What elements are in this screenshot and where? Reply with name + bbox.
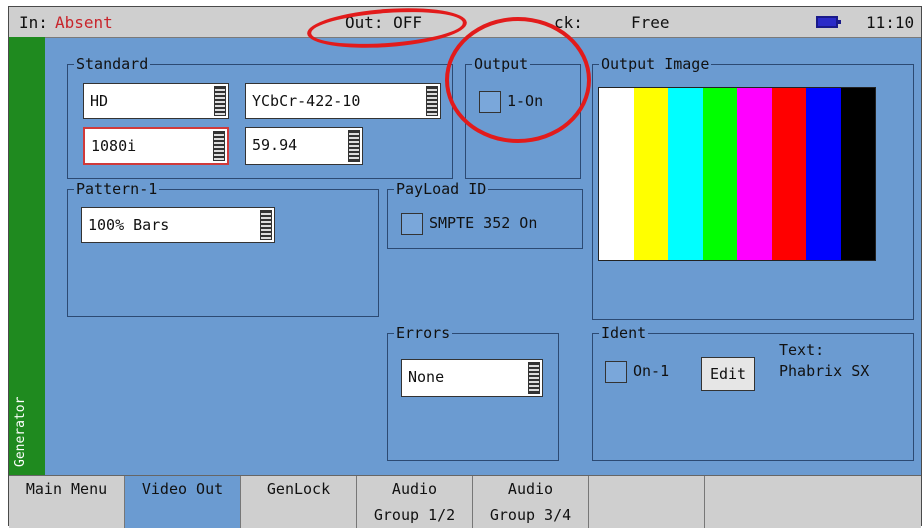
ident-edit-button[interactable]: Edit (701, 357, 755, 391)
tab-empty-1 (589, 476, 705, 528)
dropdown-scroll-icon (213, 131, 225, 161)
color-bar (702, 88, 737, 260)
dropdown-scroll-icon (426, 86, 438, 116)
generator-side-tab[interactable]: Generator (9, 37, 45, 475)
rate-value: 59.94 (252, 136, 298, 154)
dropdown-scroll-icon (348, 130, 360, 162)
analyzer-screen: In: Absent Out: OFF ck: Free 11:10 Gener… (8, 3, 922, 528)
tab-label: Video Out (141, 480, 224, 498)
color-bar (840, 88, 875, 260)
color-bar (771, 88, 806, 260)
output-image-title: Output Image (599, 55, 712, 73)
clock: 11:10 (866, 13, 915, 32)
rate-dropdown[interactable]: 59.94 (245, 127, 363, 165)
tab-label: Audio (391, 480, 438, 498)
pattern-value: 100% Bars (88, 216, 170, 234)
format-value: HD (90, 92, 109, 110)
errors-value: None (408, 368, 445, 386)
tab-label: Audio (507, 480, 554, 498)
pattern-dropdown[interactable]: 100% Bars (81, 207, 275, 243)
tab-main-menu[interactable]: Main Menu (9, 476, 125, 528)
tab-label-line2: Group 1/2 (373, 506, 456, 524)
tab-label: GenLock (266, 480, 331, 498)
colorspace-dropdown[interactable]: YCbCr-422-10 (245, 83, 441, 119)
ident-text-value: Phabrix SX (779, 362, 870, 380)
dropdown-scroll-icon (214, 86, 226, 116)
tab-genlock[interactable]: GenLock (241, 476, 357, 528)
input-status-label: In: (19, 13, 48, 32)
ident-group: Ident (592, 324, 914, 461)
payload-checkbox[interactable] (401, 213, 423, 235)
standard-title: Standard (74, 55, 151, 73)
side-tab-label: Generator (13, 396, 28, 467)
resolution-dropdown[interactable]: 1080i (83, 127, 229, 165)
payload-id-title: PayLoad ID (394, 180, 489, 198)
tab-label-line2: Group 3/4 (489, 506, 572, 524)
dropdown-scroll-icon (528, 362, 540, 394)
tab-audio-group-3-4[interactable]: Audio Group 3/4 (473, 476, 589, 528)
colorspace-value: YCbCr-422-10 (252, 92, 361, 110)
errors-title: Errors (394, 324, 453, 342)
color-bar (737, 88, 772, 260)
input-status-value: Absent (55, 13, 113, 32)
color-bar (668, 88, 703, 260)
ident-checkbox-label: On-1 (633, 362, 670, 380)
tab-label: Main Menu (25, 480, 108, 498)
color-bars-preview (598, 87, 876, 261)
battery-icon (816, 16, 841, 28)
ident-text-label: Text: (779, 341, 825, 359)
format-dropdown[interactable]: HD (83, 83, 229, 119)
lock-status-value: Free (631, 13, 670, 32)
payload-checkbox-label: SMPTE 352 On (429, 214, 538, 232)
pattern-title: Pattern-1 (74, 180, 160, 198)
color-bar (599, 88, 634, 260)
dropdown-scroll-icon (260, 210, 272, 240)
tab-video-out[interactable]: Video Out (125, 476, 241, 528)
errors-group: Errors (387, 324, 559, 461)
resolution-value: 1080i (91, 137, 137, 155)
color-bar (633, 88, 668, 260)
ident-title: Ident (599, 324, 649, 342)
bottom-tab-bar: Main Menu Video Out GenLock Audio Group … (9, 475, 921, 528)
color-bar (806, 88, 841, 260)
errors-dropdown[interactable]: None (401, 359, 543, 397)
ident-checkbox[interactable] (605, 361, 627, 383)
annotation-circle-output (445, 17, 591, 143)
tab-audio-group-1-2[interactable]: Audio Group 1/2 (357, 476, 473, 528)
